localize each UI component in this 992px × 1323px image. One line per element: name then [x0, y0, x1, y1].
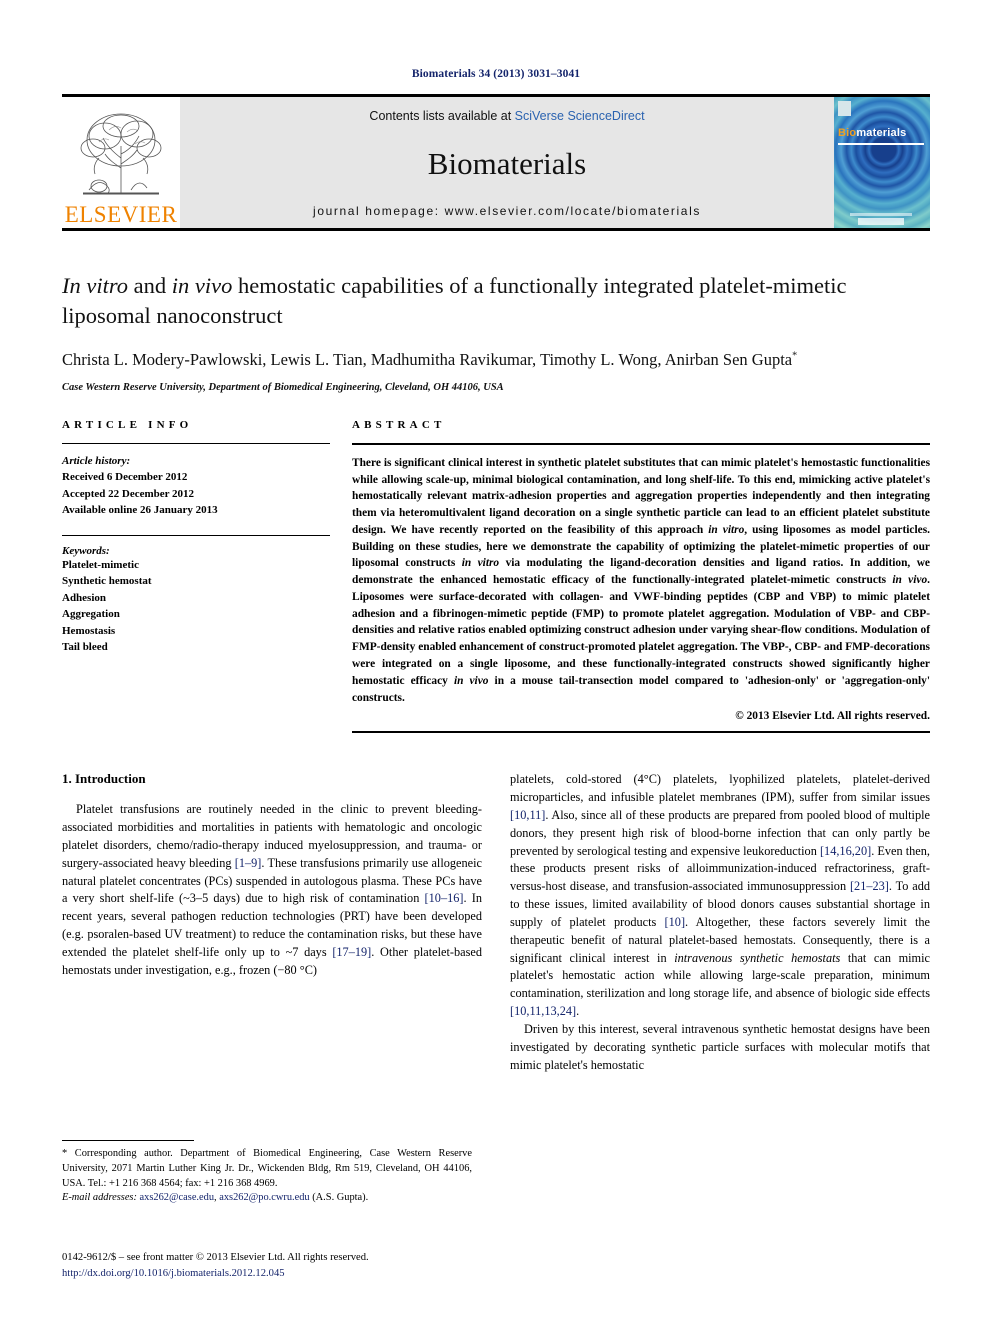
cover-title-bio: Bio	[838, 127, 857, 139]
abstract-column: ABSTRACT There is significant clinical i…	[352, 418, 930, 734]
cover-divider	[838, 143, 924, 145]
elsevier-tree-icon	[80, 113, 162, 195]
issn-copyright-line: 0142-9612/$ – see front matter © 2013 El…	[62, 1252, 369, 1263]
keyword-item: Adhesion	[62, 591, 107, 604]
article-info-rule	[62, 442, 330, 444]
journal-masthead: ELSEVIER Contents lists available at Sci…	[62, 94, 930, 228]
keyword-item: Platelet-mimetic	[62, 558, 139, 571]
front-matter-block: 0142-9612/$ – see front matter © 2013 El…	[62, 1250, 492, 1282]
page-title: In vitro and in vivo hemostatic capabili…	[62, 273, 847, 328]
history-received: Received 6 December 2012	[62, 471, 188, 484]
contents-prefix: Contents lists available at	[369, 109, 515, 123]
cover-footer-block	[858, 218, 904, 225]
article-info-column: ARTICLE INFO Article history: Received 6…	[62, 419, 330, 733]
body-column-left: 1. Introduction Platelet transfusions ar…	[62, 771, 482, 1074]
author-names: Christa L. Modery-Pawlowski, Lewis L. Ti…	[62, 350, 793, 370]
cover-title: Biomaterials	[838, 127, 906, 139]
paragraph: Platelet transfusions are routinely need…	[62, 802, 482, 977]
article-history-header: Article history:	[62, 454, 131, 467]
elsevier-wordmark: ELSEVIER	[64, 202, 178, 227]
keyword-item: Hemostasis	[62, 624, 116, 637]
paragraph: platelets, cold-stored (4°C) platelets, …	[510, 772, 931, 1019]
corresponding-author-marker: *	[792, 350, 798, 362]
cover-title-materials: materials	[856, 127, 907, 139]
corresponding-author-note: * Corresponding author. Department of Bi…	[62, 1148, 472, 1189]
abstract-copyright: © 2013 Elsevier Ltd. All rights reserved…	[735, 710, 930, 723]
paragraph: Driven by this interest, several intrave…	[510, 1021, 930, 1072]
cover-artwork	[834, 97, 930, 228]
history-accepted: Accepted 22 December 2012	[62, 487, 195, 500]
keywords-list: Platelet-mimetic Synthetic hemostat Adhe…	[62, 557, 330, 656]
journal-homepage-link[interactable]: journal homepage: www.elsevier.com/locat…	[313, 204, 701, 218]
author-list: Christa L. Modery-Pawlowski, Lewis L. Ti…	[62, 348, 930, 371]
section-heading-introduction: 1. Introduction	[62, 771, 146, 787]
article-history: Article history: Received 6 December 201…	[62, 453, 330, 519]
article-page: Biomaterials 34 (2013) 3031–3041 ELSEVIE…	[0, 0, 992, 1323]
sciencedirect-link[interactable]: SciVerse ScienceDirect	[515, 109, 645, 123]
masthead-bottom-rule	[62, 228, 930, 231]
history-online: Available online 26 January 2013	[62, 504, 218, 517]
doi-link[interactable]: http://dx.doi.org/10.1016/j.biomaterials…	[62, 1266, 492, 1282]
title-block: In vitro and in vivo hemostatic capabili…	[62, 271, 930, 393]
journal-cover-thumbnail[interactable]: Biomaterials	[834, 97, 930, 228]
affiliation: Case Western Reserve University, Departm…	[62, 381, 504, 393]
masthead-center: Contents lists available at SciVerse Sci…	[180, 97, 834, 228]
abstract-top-rule	[352, 442, 930, 445]
abstract-bottom-rule	[352, 731, 930, 734]
keyword-item: Aggregation	[62, 608, 120, 621]
body-region: 1. Introduction Platelet transfusions ar…	[62, 771, 930, 1074]
info-abstract-region: ARTICLE INFO Article history: Received 6…	[62, 418, 930, 734]
keyword-item: Tail bleed	[62, 641, 108, 654]
email-addresses-note[interactable]: E-mail addresses: axs262@case.edu, axs26…	[62, 1191, 472, 1206]
keywords-block: Keywords: Platelet-mimetic Synthetic hem…	[62, 534, 330, 656]
abstract-text: There is significant clinical interest i…	[352, 456, 930, 704]
body-column-right: platelets, cold-stored (4°C) platelets, …	[510, 771, 930, 1074]
footnote-block: * Corresponding author. Department of Bi…	[62, 1140, 472, 1206]
footnote-rule	[62, 1140, 194, 1141]
contents-available-line: Contents lists available at SciVerse Sci…	[369, 109, 644, 123]
publisher-logo: ELSEVIER	[62, 97, 180, 228]
cover-footer-line	[850, 213, 912, 216]
running-head: Biomaterials 34 (2013) 3031–3041	[411, 68, 581, 80]
keywords-header: Keywords:	[62, 544, 110, 557]
article-info-heading: ARTICLE INFO	[62, 418, 193, 431]
abstract-heading: ABSTRACT	[352, 418, 446, 431]
journal-title: Biomaterials	[427, 146, 587, 181]
cover-publisher-badge-icon	[838, 101, 851, 116]
keyword-item: Synthetic hemostat	[62, 575, 152, 588]
